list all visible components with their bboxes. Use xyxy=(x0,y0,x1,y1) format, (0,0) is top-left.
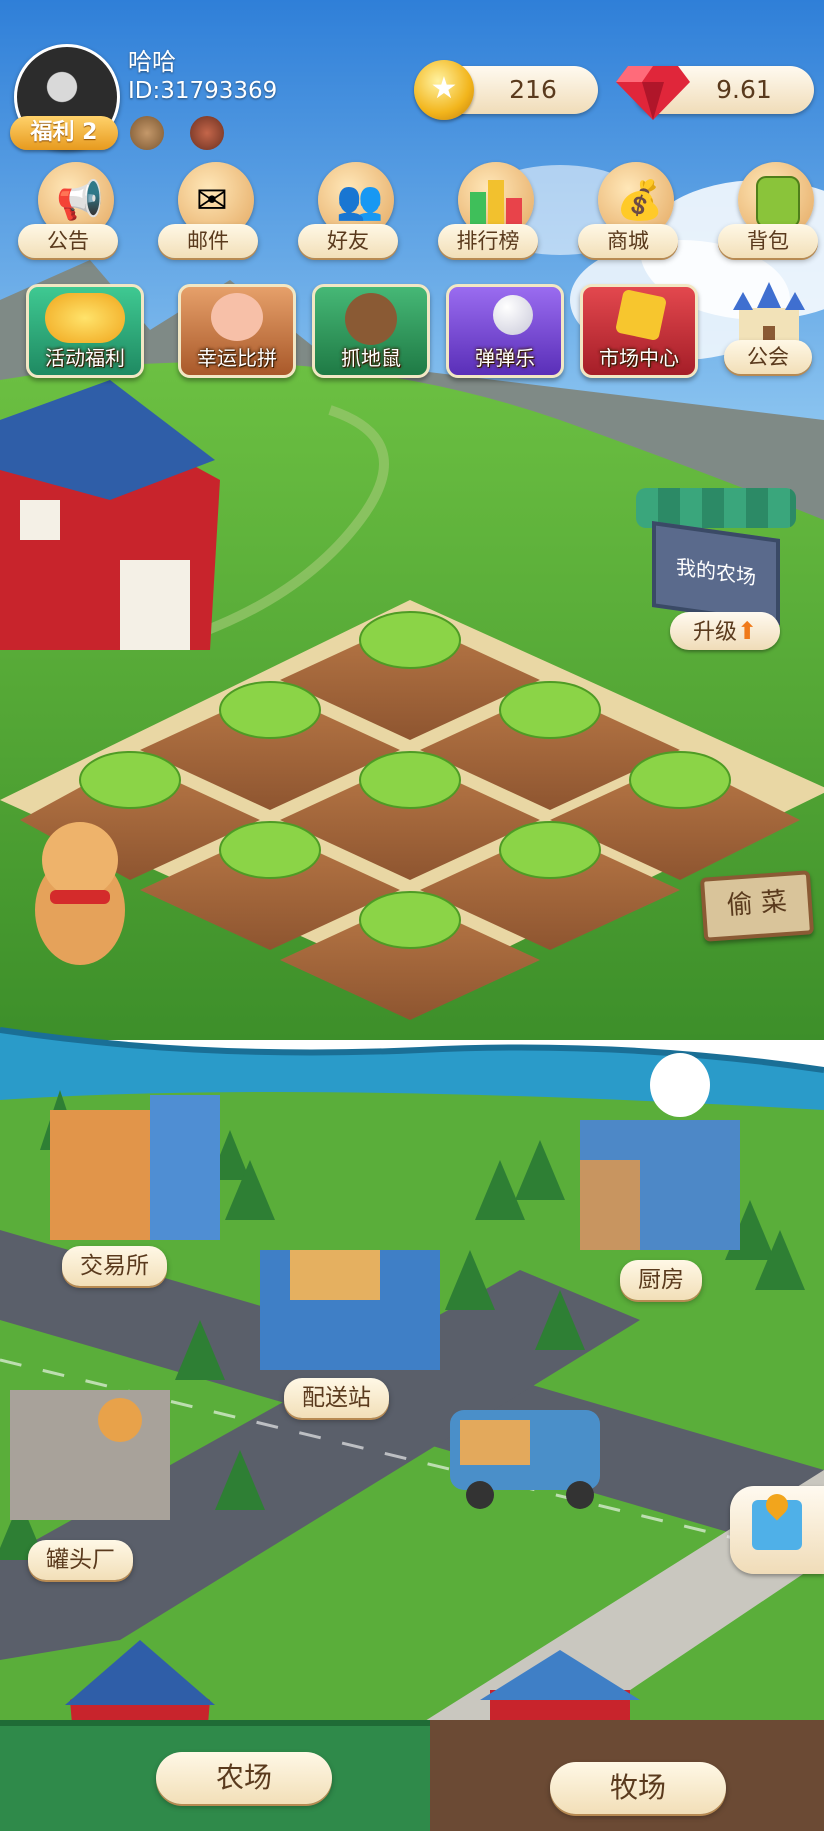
activity-welfare-label: 活动福利 xyxy=(45,346,125,370)
friends-label: 好友 xyxy=(298,224,398,258)
pinball-tile[interactable]: 弹弹乐 xyxy=(446,284,564,378)
steal-label: 偷 菜 xyxy=(725,886,788,922)
whack-mole-label: 抓地鼠 xyxy=(341,346,401,370)
up-arrow-icon: ⬆ xyxy=(736,617,758,645)
announcement-button[interactable]: 📢 公告 xyxy=(8,162,128,282)
player-name: 哈哈 xyxy=(128,48,176,76)
gem-value: 9.61 xyxy=(716,75,772,104)
welfare-badge[interactable]: 福利 2 xyxy=(10,116,118,150)
coin-value: 216 xyxy=(509,75,557,104)
mail-label: 邮件 xyxy=(158,224,258,258)
steal-vegetables-sign[interactable]: 偷 菜 xyxy=(699,870,815,942)
backpack-label: 背包 xyxy=(718,224,818,258)
market-center-label: 市场中心 xyxy=(599,346,679,370)
castle-icon xyxy=(733,282,805,348)
guild-button[interactable]: 公会 xyxy=(722,282,816,378)
announcement-label: 公告 xyxy=(18,224,118,258)
lucky-contest-label: 幸运比拼 xyxy=(197,346,277,370)
mail-button[interactable]: ✉ 邮件 xyxy=(148,162,268,282)
exchange-label[interactable]: 交易所 xyxy=(62,1246,167,1286)
cannery-label[interactable]: 罐头厂 xyxy=(28,1540,133,1580)
market-center-tile[interactable]: 市场中心 xyxy=(580,284,698,378)
whack-mole-tile[interactable]: 抓地鼠 xyxy=(312,284,430,378)
activity-welfare-tile[interactable]: 活动福利 xyxy=(26,284,144,378)
player-id: ID:31793369 xyxy=(128,78,278,104)
friends-button[interactable]: 👥 好友 xyxy=(288,162,408,282)
delivery-building xyxy=(260,1250,440,1370)
gold-box-icon xyxy=(614,288,668,342)
upgrade-button[interactable]: 升级⬆ xyxy=(670,612,780,650)
farm-tab[interactable]: 农场 xyxy=(156,1752,332,1804)
map-pin-icon xyxy=(752,1489,802,1550)
ranch-tab[interactable]: 牧场 xyxy=(550,1762,726,1814)
cannery-building xyxy=(10,1390,170,1520)
lucky-contest-tile[interactable]: 幸运比拼 xyxy=(178,284,296,378)
pig-icon xyxy=(211,293,263,341)
my-farm-sign[interactable]: 我的农场 升级⬆ xyxy=(636,488,796,678)
gold-tree-icon xyxy=(45,293,125,343)
pinball-label: 弹弹乐 xyxy=(475,346,535,370)
my-farm-title: 我的农场 xyxy=(652,521,780,625)
backpack-button[interactable]: 背包 xyxy=(708,162,824,282)
pinball-icon xyxy=(493,295,533,335)
shop-button[interactable]: 💰 商城 xyxy=(568,162,688,282)
shiba-dog xyxy=(35,822,125,965)
mole-icon xyxy=(345,293,397,345)
bronze-medal-icon xyxy=(130,116,164,150)
upgrade-label: 升级 xyxy=(692,620,737,645)
shop-label: 商城 xyxy=(578,224,678,258)
leaderboard-button[interactable]: 排行榜 xyxy=(428,162,548,282)
delivery-label[interactable]: 配送站 xyxy=(284,1378,389,1418)
ruby-gem-icon xyxy=(616,66,690,120)
leaderboard-label: 排行榜 xyxy=(438,224,538,258)
heart-medal-icon xyxy=(190,116,224,150)
exchange-building xyxy=(50,1095,220,1240)
coin-icon: ★ xyxy=(414,60,474,120)
guild-label: 公会 xyxy=(724,340,812,374)
kitchen-label[interactable]: 厨房 xyxy=(620,1260,702,1300)
map-button[interactable] xyxy=(730,1486,824,1574)
